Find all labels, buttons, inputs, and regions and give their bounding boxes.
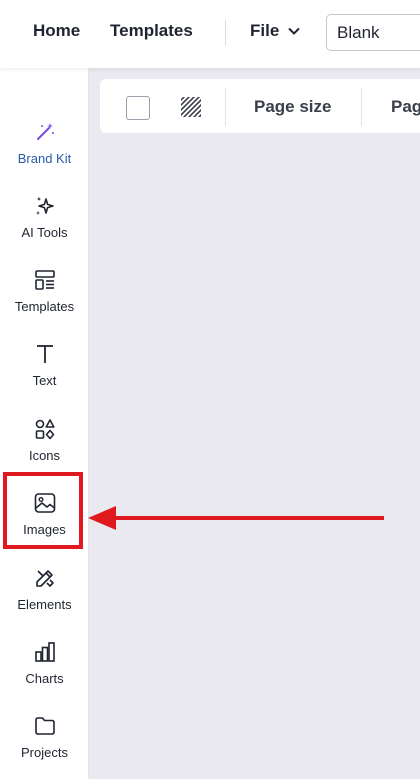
sidebar-item-projects[interactable]: Projects	[0, 714, 89, 784]
sidebar-item-label: Projects	[21, 745, 68, 760]
nav-home-link[interactable]: Home	[33, 21, 80, 41]
text-icon	[33, 342, 57, 366]
pattern-icon	[181, 97, 201, 117]
nav-templates-link[interactable]: Templates	[110, 21, 193, 41]
divider	[225, 20, 226, 46]
sidebar-item-label: Icons	[28, 448, 61, 463]
canvas-toolbar: Page size Pag	[100, 79, 420, 133]
document-name-field[interactable]: Blank	[326, 14, 420, 51]
annotation-arrow-icon	[88, 506, 384, 530]
sidebar-item-brand-kit[interactable]: Brand Kit	[0, 120, 89, 190]
sidebar-item-charts[interactable]: Charts	[0, 640, 89, 710]
top-bar: Home Templates File Blank	[0, 0, 420, 68]
background-pattern-button[interactable]	[180, 96, 202, 123]
canvas-area[interactable]: Page size Pag	[89, 68, 420, 779]
sparkles-icon	[33, 194, 57, 218]
shapes-icon	[33, 417, 57, 441]
sidebar-item-label: Charts	[25, 671, 64, 686]
sidebar-item-templates[interactable]: Templates	[0, 268, 89, 338]
elements-icon	[33, 566, 57, 590]
sidebar-item-label: Templates	[14, 299, 75, 314]
divider	[361, 88, 362, 126]
sidebar-item-elements[interactable]: Elements	[0, 566, 89, 636]
divider	[225, 88, 226, 126]
sidebar-item-label: Brand Kit	[17, 151, 72, 166]
sidebar-item-label: Text	[32, 373, 57, 388]
page-options-button[interactable]: Pag	[391, 97, 420, 117]
templates-icon	[33, 268, 57, 292]
file-menu[interactable]: File	[250, 21, 301, 41]
document-name-value: Blank	[337, 23, 380, 42]
select-all-checkbox[interactable]	[126, 96, 150, 120]
sidebar-item-label: Elements	[17, 597, 72, 612]
magic-wand-icon	[33, 120, 57, 144]
folder-icon	[33, 714, 57, 738]
file-menu-label: File	[250, 21, 280, 40]
sidebar-item-text[interactable]: Text	[0, 342, 89, 412]
sidebar: Brand Kit AI Tools Templates Text Icons …	[0, 68, 89, 779]
chevron-down-icon	[288, 27, 301, 35]
sidebar-item-label: AI Tools	[21, 225, 68, 240]
sidebar-item-ai-tools[interactable]: AI Tools	[0, 194, 89, 264]
bar-chart-icon	[33, 640, 57, 664]
page-size-button[interactable]: Page size	[254, 97, 332, 117]
highlight-box	[3, 472, 83, 549]
